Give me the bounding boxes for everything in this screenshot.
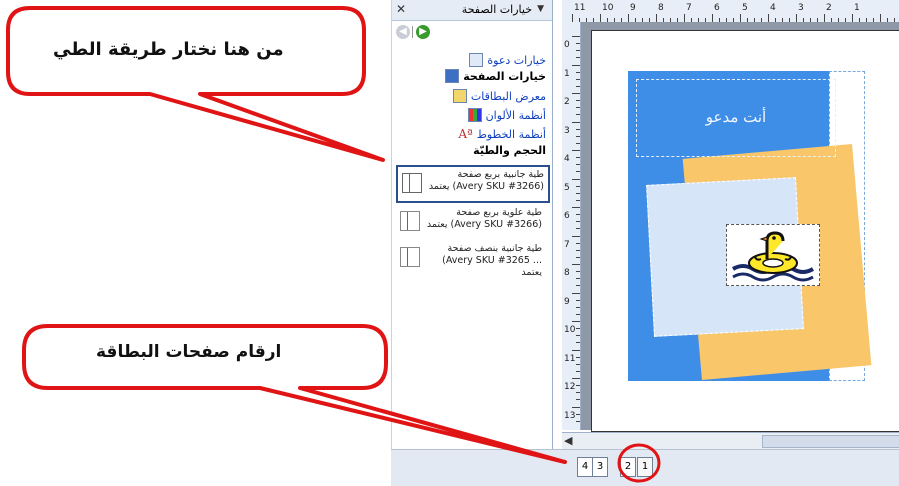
callout-top-shape — [6, 6, 385, 162]
callout-bottom-text: ارقام صفحات البطاقة — [96, 342, 282, 362]
callout-top-text: من هنا نختار طريقة الطي — [53, 39, 284, 60]
page-tab-highlight-circle — [617, 443, 661, 483]
annotation-overlay — [6, 6, 661, 483]
